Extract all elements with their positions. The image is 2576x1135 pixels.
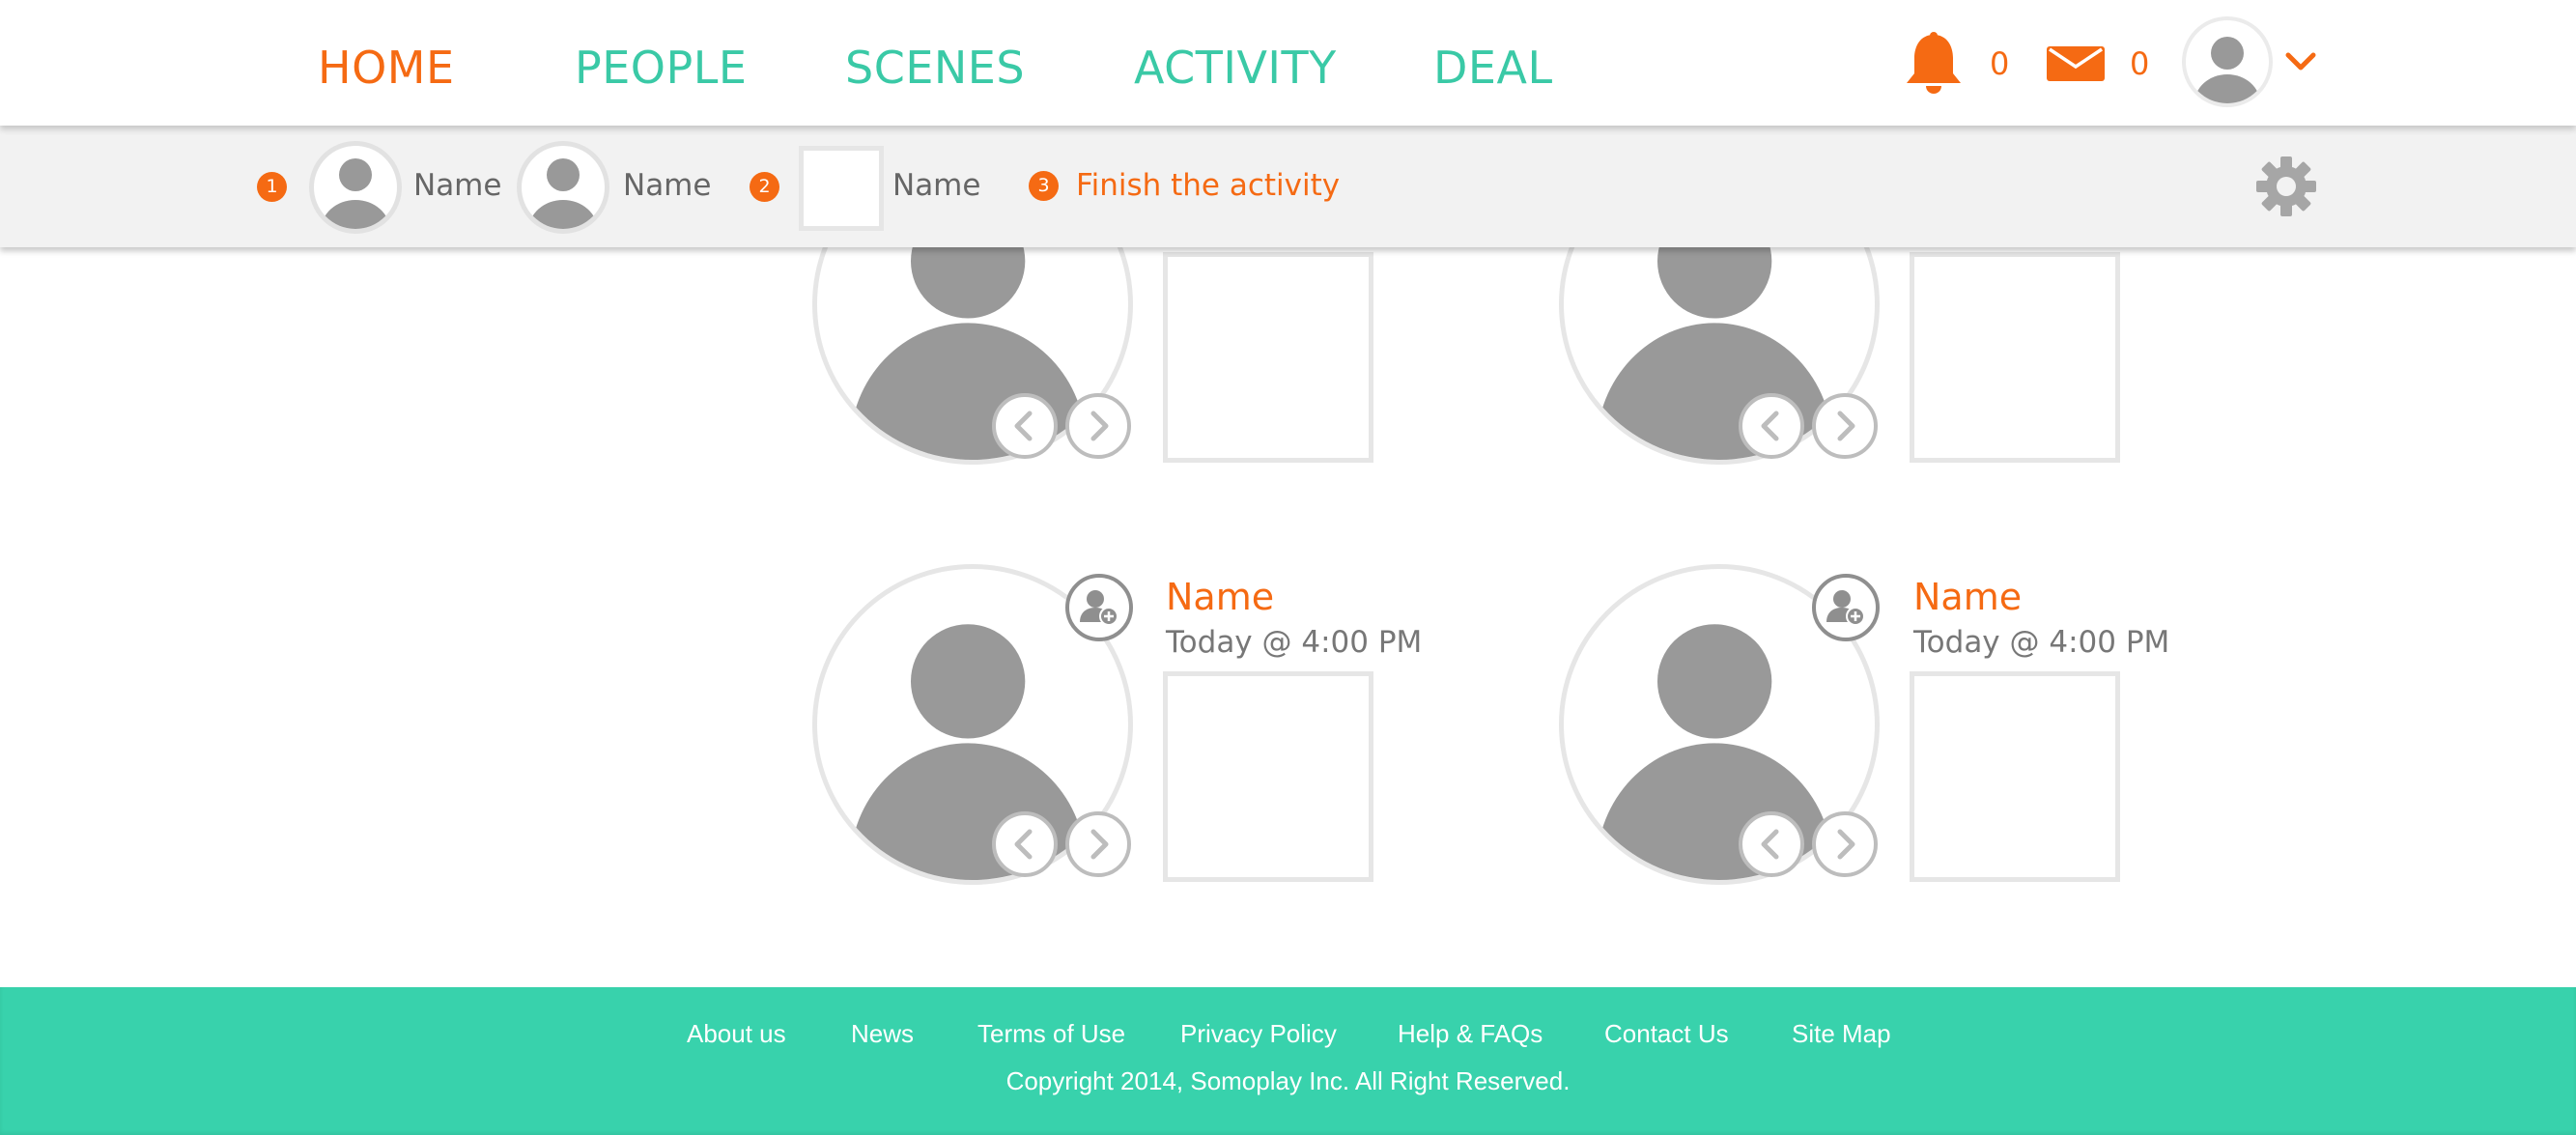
user-avatar[interactable] [2182,16,2273,107]
footer-link-contact[interactable]: Contact Us [1604,1019,1729,1048]
step-badge: 3 [1029,171,1059,201]
participant-name: Name [623,168,712,203]
participant-avatar[interactable] [309,141,402,234]
nav-people[interactable]: PEOPLE [575,43,747,93]
footer-link-about[interactable]: About us [687,1019,786,1048]
person-icon [321,158,390,229]
bell-icon [1907,32,1961,94]
add-friend-button[interactable] [1065,574,1133,641]
previous-button[interactable] [1739,811,1804,877]
next-button[interactable] [1812,393,1878,459]
add-friend-button[interactable] [1812,574,1880,641]
step-badge: 1 [257,172,287,202]
activity-image[interactable] [1163,671,1373,882]
scene-thumbnail[interactable] [799,146,884,231]
settings-button[interactable] [2256,156,2316,216]
chevron-left-icon [1761,411,1779,441]
add-user-icon [1080,590,1118,626]
footer-link-terms[interactable]: Terms of Use [977,1019,1125,1048]
notification-count: 0 [1990,45,2010,82]
nav-activity[interactable]: ACTIVITY [1134,43,1337,93]
card-name[interactable]: Name [1913,576,2022,618]
chevron-left-icon [1014,411,1033,441]
copyright-text: Copyright 2014, Somoplay Inc. All Right … [1005,1066,1571,1095]
chevron-left-icon [1761,829,1779,860]
chevron-right-icon [1090,829,1109,860]
footer-link-help[interactable]: Help & FAQs [1398,1019,1543,1048]
previous-button[interactable] [992,393,1058,459]
step-badge: 2 [750,172,779,202]
footer [0,987,2576,1135]
chevron-right-icon [1837,411,1855,441]
finish-activity-link[interactable]: Finish the activity [1076,168,1340,203]
footer-link-privacy[interactable]: Privacy Policy [1180,1019,1337,1048]
scene-name: Name [892,168,981,203]
next-button[interactable] [1065,393,1131,459]
card-time: Today @ 4:00 PM [1166,625,1423,660]
activity-image[interactable] [1910,671,2120,882]
chevron-right-icon [1090,411,1109,441]
footer-link-news[interactable]: News [851,1019,914,1048]
person-icon [2194,37,2260,103]
person-icon [528,158,598,229]
chevron-down-icon [2285,52,2316,71]
previous-button[interactable] [992,811,1058,877]
next-button[interactable] [1812,811,1878,877]
account-menu-toggle[interactable] [2284,50,2317,73]
activity-image[interactable] [1910,252,2120,463]
nav-scenes[interactable]: SCENES [845,43,1025,93]
envelope-icon [2047,46,2105,81]
footer-link-sitemap[interactable]: Site Map [1792,1019,1891,1048]
card-name[interactable]: Name [1166,576,1274,618]
next-button[interactable] [1065,811,1131,877]
add-user-icon [1826,590,1865,626]
participant-avatar[interactable] [517,141,609,234]
chevron-right-icon [1837,829,1855,860]
card-time: Today @ 4:00 PM [1913,625,2170,660]
nav-deal[interactable]: DEAL [1433,43,1553,93]
nav-home[interactable]: HOME [318,43,455,93]
notifications-button[interactable] [1903,31,1965,95]
message-count: 0 [2130,45,2150,82]
gear-icon [2256,156,2316,216]
previous-button[interactable] [1739,393,1804,459]
participant-name: Name [413,168,502,203]
messages-button[interactable] [2047,46,2105,81]
top-navigation: HOME PEOPLE SCENES ACTIVITY DEAL 0 0 [0,0,2576,126]
activity-image[interactable] [1163,252,1373,463]
chevron-left-icon [1014,829,1033,860]
